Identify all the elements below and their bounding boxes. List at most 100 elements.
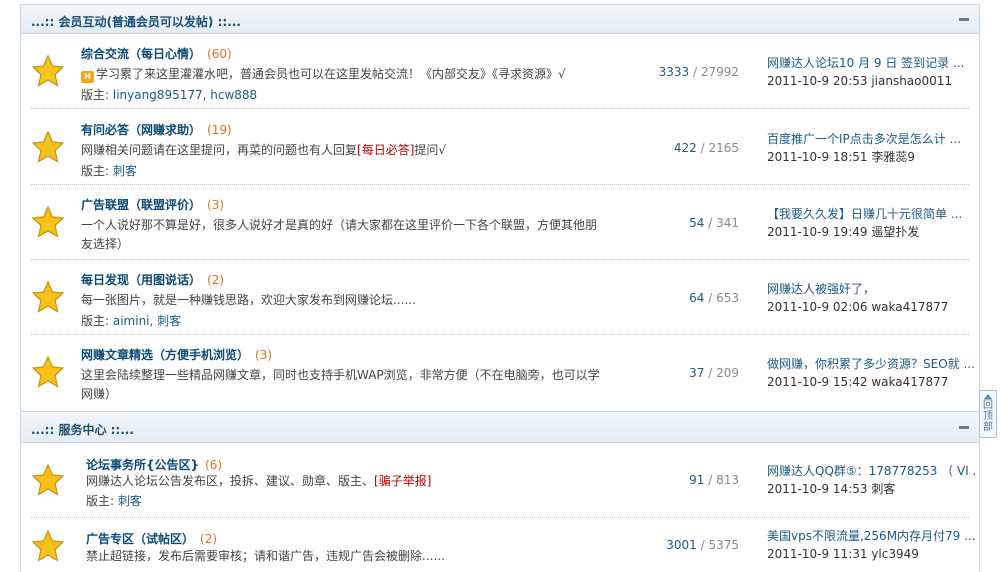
thread-count: 54 [689,216,705,230]
desc-text: 这里会陆续整理一些精品网赚文章，同时也支持手机WAP浏览，非常方便（不在电脑旁，… [81,368,600,401]
moderators: 版主: 刺客 [86,492,142,509]
last-post: 做网赚，你积累了多少资源？SEO就 ... 2011-10-9 15:42 wak… [767,355,977,391]
forum-title-link[interactable]: 有问必答（网赚求助） (19) [81,121,232,138]
forum-title-link[interactable]: 综合交流（每日心情） (60) [81,45,232,62]
forum-today-count: (2) [207,273,225,287]
forum-description: 网赚达人论坛公告发布区，投拆、建议、勋章、版主、[骗子举报] [86,472,606,491]
forum-stats: 422 / 2165 [673,141,739,155]
last-post-meta: 2011-10-9 15:42 waka417877 [767,375,949,389]
desc-text: 网赚相关问题请在这里提问，再菜的问题也有人回复 [81,143,358,157]
forum-stats: 37 / 209 [689,366,739,380]
moderator-link[interactable]: aimini, 刺客 [113,314,181,328]
moderator-label: 版主: [86,494,118,508]
last-post: 美国vps不限流量,256M内存月付79 ... 2011-10-9 11:31 … [767,527,977,563]
forum-stats: 54 / 341 [689,216,739,230]
desc-text: 提问√ [414,143,447,157]
category-header-member-interaction: ...:: 会员互动(普通会员可以发帖) ::... [21,4,979,34]
star-icon [31,130,65,164]
forum-description: 网赚相关问题请在这里提问，再菜的问题也有人回复[每日必答]提问√ [81,141,601,160]
last-post: 网赚达人被强奸了， 2011-10-9 02:06 waka417877 [767,280,977,316]
forum-title-link[interactable]: 论坛事务所{公告区} (6) [86,456,222,473]
last-post: 网赚达人QQ群⑤：178778253 （ VI ... 2011-10-9 14:… [767,462,977,498]
desc-text: 网赚达人论坛公告发布区，投拆、建议、勋章、版主、 [86,474,375,488]
last-post-link[interactable]: 做网赚，你积累了多少资源？SEO就 ... [767,355,977,373]
forum-row: 有问必答（网赚求助） (19) 网赚相关问题请在这里提问，再菜的问题也有人回复[每… [31,109,969,185]
forum-title-link[interactable]: 网赚文章精选（方便手机浏览） (3) [81,346,272,363]
thread-count: 64 [689,291,705,305]
desc-highlight: [每日必答] [357,143,415,157]
last-post-link[interactable]: 美国vps不限流量,256M内存月付79 ... [767,527,977,545]
post-count: 653 [716,291,739,305]
forum-board: ...:: 会员互动(普通会员可以发帖) ::... 综合交流（每日心情） (60… [20,4,980,572]
last-post: 百度推广一个IP点击多次是怎么计 ... 2011-10-9 18:51 李雅蕊9 [767,130,977,166]
post-count: 27992 [700,65,739,79]
arrow-up-icon [984,394,992,399]
thread-count: 422 [673,141,697,155]
thread-count: 91 [689,473,705,487]
forum-description: 一个人说好那不算是好，很多人说好才是真的好（请大家都在这里评价一下各个联盟，方便… [81,216,601,254]
thread-count: 37 [689,366,705,380]
forum-title-link[interactable]: 每日发现（用图说话） (2) [81,271,224,288]
star-icon [31,355,65,389]
hot-tag-icon: H [81,71,94,83]
post-count: 813 [716,473,739,487]
last-post-meta: 2011-10-9 18:51 李雅蕊9 [767,150,915,164]
last-post-link[interactable]: 网赚达人论坛10 月 9 日 签到记录 ... [767,54,977,72]
moderator-label: 版主: [81,164,113,178]
star-icon [31,463,65,497]
category-title: ...:: 会员互动(普通会员可以发帖) ::... [31,15,241,29]
star-icon [31,54,65,88]
thread-count: 3001 [666,538,697,552]
last-post-link[interactable]: 百度推广一个IP点击多次是怎么计 ... [767,130,977,148]
desc-text: 禁止超链接，发布后需要审核；请和谐广告，违规广告会被删除...... [86,549,445,563]
last-post-meta: 2011-10-9 11:31 ylc3949 [767,547,919,561]
star-icon [31,205,65,239]
collapse-icon[interactable] [959,426,969,429]
moderator-link[interactable]: 刺客 [113,164,137,178]
forum-name[interactable]: 有问必答（网赚求助） [81,123,201,137]
star-icon [31,529,65,563]
forum-row: 广告专区（试帖区） (2) 禁止超链接，发布后需要审核；请和谐广告，违规广告会被删… [31,518,976,572]
forum-today-count: (60) [207,47,232,61]
forum-today-count: (19) [207,123,232,137]
desc-highlight: [骗子举报] [374,474,432,488]
forum-row: 论坛事务所{公告区} (6) 网赚达人论坛公告发布区，投拆、建议、勋章、版主、[骗… [31,443,977,518]
forum-title-link[interactable]: 广告联盟（联盟评价） (3) [81,196,224,213]
forum-name[interactable]: 广告专区（试帖区） [86,532,194,546]
moderator-link[interactable]: linyang895177, hcw888 [113,88,257,102]
forum-today-count: (3) [207,198,225,212]
last-post: 【我要久久发】日赚几十元很简单 ... 2011-10-9 19:49 遥望扑发 [767,205,977,241]
desc-text: 一个人说好那不算是好，很多人说好才是真的好（请大家都在这里评价一下各个联盟，方便… [81,218,598,251]
moderators: 版主: aimini, 刺客 [81,312,181,329]
moderators: 版主: 刺客 [81,162,137,179]
moderator-label: 版主: [81,88,113,102]
last-post-meta: 2011-10-9 20:53 jianshao0011 [767,74,953,88]
forum-stats: 91 / 813 [689,473,739,487]
forum-name[interactable]: 网赚文章精选（方便手机浏览） [81,348,249,362]
post-count: 5375 [708,538,739,552]
forum-name[interactable]: 每日发现（用图说话） [81,273,201,287]
forum-name[interactable]: 广告联盟（联盟评价） [81,198,201,212]
moderators: 版主: linyang895177, hcw888 [81,86,257,103]
moderator-label: 版主: [81,314,113,328]
last-post-link[interactable]: 网赚达人被强奸了， [767,280,977,298]
category-title: ...:: 服务中心 ::... [31,423,134,437]
last-post-link[interactable]: 【我要久久发】日赚几十元很简单 ... [767,205,977,223]
last-post-link[interactable]: 网赚达人QQ群⑤：178778253 （ VI ... [767,462,977,480]
forum-description: H 学习累了来这里灌灌水吧，普通会员也可以在这里发帖交流！《内部交友》《寻求资源》… [81,65,601,84]
forum-name[interactable]: 论坛事务所{公告区} [86,458,199,472]
forum-name[interactable]: 综合交流（每日心情） [81,47,201,61]
forum-row: 每日发现（用图说话） (2) 每一张图片，就是一种赚钱思路，欢迎大家发布到网赚论坛… [31,260,969,335]
forum-description: 每一张图片，就是一种赚钱思路，欢迎大家发布到网赚论坛...... [81,291,601,310]
collapse-icon[interactable] [959,18,969,21]
forum-description: 禁止超链接，发布后需要审核；请和谐广告，违规广告会被删除...... [86,547,606,566]
forum-today-count: (2) [200,532,218,546]
moderator-link[interactable]: 刺客 [118,494,142,508]
back-to-top-button[interactable]: 回顶部 [979,390,997,438]
last-post: 网赚达人论坛10 月 9 日 签到记录 ... 2011-10-9 20:53 j… [767,54,977,90]
forum-title-link[interactable]: 广告专区（试帖区） (2) [86,530,217,547]
last-post-meta: 2011-10-9 14:53 刺客 [767,482,896,496]
category-header-service-center: ...:: 服务中心 ::... [21,411,979,443]
back-to-top-label: 回顶部 [983,400,993,433]
star-icon [31,280,65,314]
